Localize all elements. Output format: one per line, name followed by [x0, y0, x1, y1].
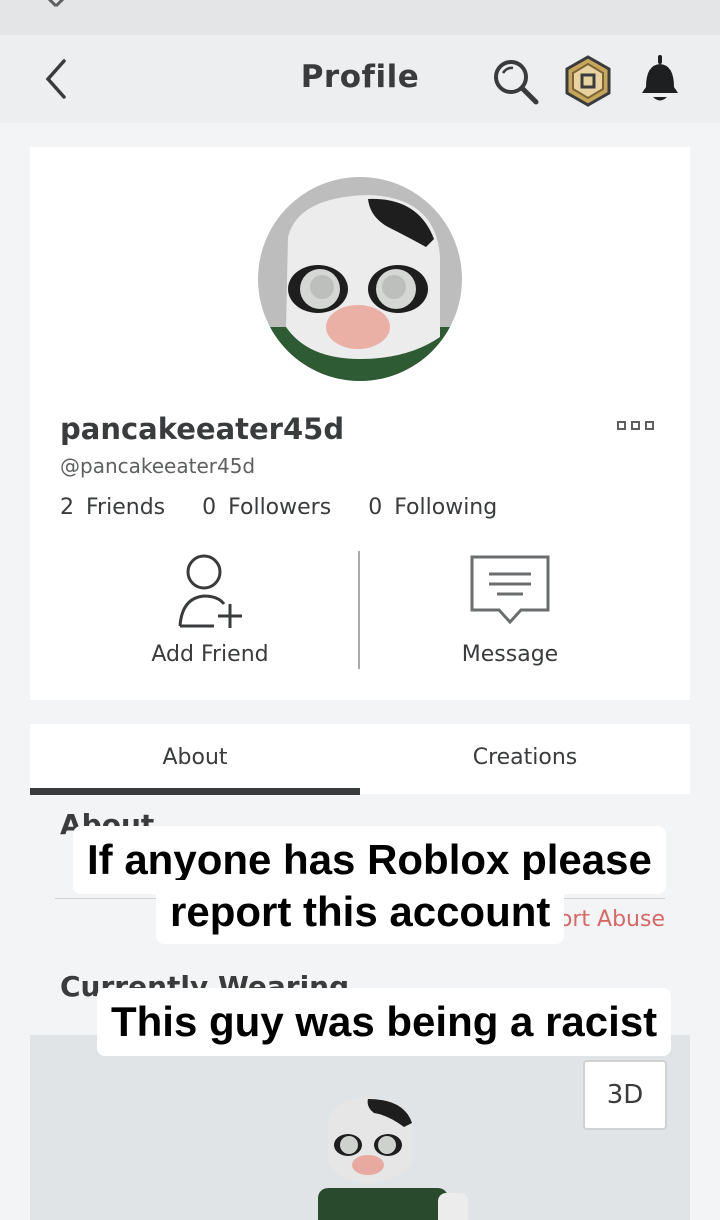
- followers-stat[interactable]: 0 Followers: [202, 495, 331, 520]
- message-icon: [470, 555, 550, 625]
- message-label: Message: [461, 642, 559, 667]
- add-friend-icon: [178, 554, 242, 628]
- followers-label: Followers: [228, 495, 332, 520]
- action-divider: [358, 551, 360, 669]
- add-friend-button[interactable]: Add Friend: [110, 552, 310, 667]
- status-strip: [0, 0, 720, 35]
- profile-stats: 2 Friends 0 Followers 0 Following: [60, 495, 527, 520]
- avatar[interactable]: [258, 177, 462, 381]
- add-friend-label: Add Friend: [151, 642, 269, 667]
- avatar-3d-image: [318, 1097, 468, 1220]
- overlay-caption-3: This guy was being a racist: [97, 988, 672, 1056]
- more-options-icon[interactable]: [617, 419, 655, 433]
- following-count: 0: [368, 495, 383, 520]
- followers-count: 0: [202, 495, 217, 520]
- 3d-toggle-button[interactable]: 3D: [583, 1060, 667, 1130]
- friends-label: Friends: [86, 495, 166, 520]
- friends-stat[interactable]: 2 Friends: [60, 495, 165, 520]
- message-button[interactable]: Message: [410, 552, 610, 667]
- profile-card: pancakeeater45d @pancakeeater45d 2 Friend…: [30, 147, 690, 700]
- profile-tabs: About Creations: [30, 724, 690, 795]
- robux-icon[interactable]: [563, 55, 613, 107]
- search-icon[interactable]: [490, 57, 542, 105]
- following-label: Following: [394, 495, 498, 520]
- username-handle: @pancakeeater45d: [60, 454, 256, 478]
- close-icon[interactable]: [38, 0, 74, 10]
- bell-icon[interactable]: [638, 55, 682, 105]
- active-tab-indicator: [30, 788, 360, 795]
- top-navigation-bar: Profile: [0, 35, 720, 123]
- friends-count: 2: [60, 495, 74, 520]
- tab-creations[interactable]: Creations: [360, 724, 690, 794]
- following-stat[interactable]: 0 Following: [368, 495, 497, 520]
- overlay-caption-2: report this account: [156, 880, 565, 944]
- display-name: pancakeeater45d: [60, 412, 345, 446]
- avatar-headshot-image: [258, 195, 462, 381]
- tab-about[interactable]: About: [30, 724, 360, 794]
- avatar-viewer[interactable]: 3D: [30, 1035, 690, 1220]
